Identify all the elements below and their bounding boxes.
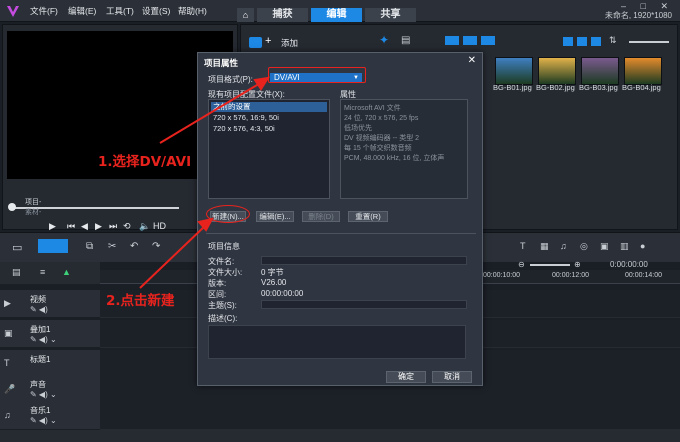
annotation-arrows xyxy=(139,76,271,289)
annotation-step-1: 1.选择DV/AVI xyxy=(98,154,192,170)
arrow-line-1 xyxy=(159,81,263,144)
arrow-head-2 xyxy=(197,217,214,232)
annotation-step-2: 2.点击新建 xyxy=(106,293,175,309)
arrow-line-2 xyxy=(139,224,207,289)
arrow-head-1 xyxy=(253,76,271,91)
